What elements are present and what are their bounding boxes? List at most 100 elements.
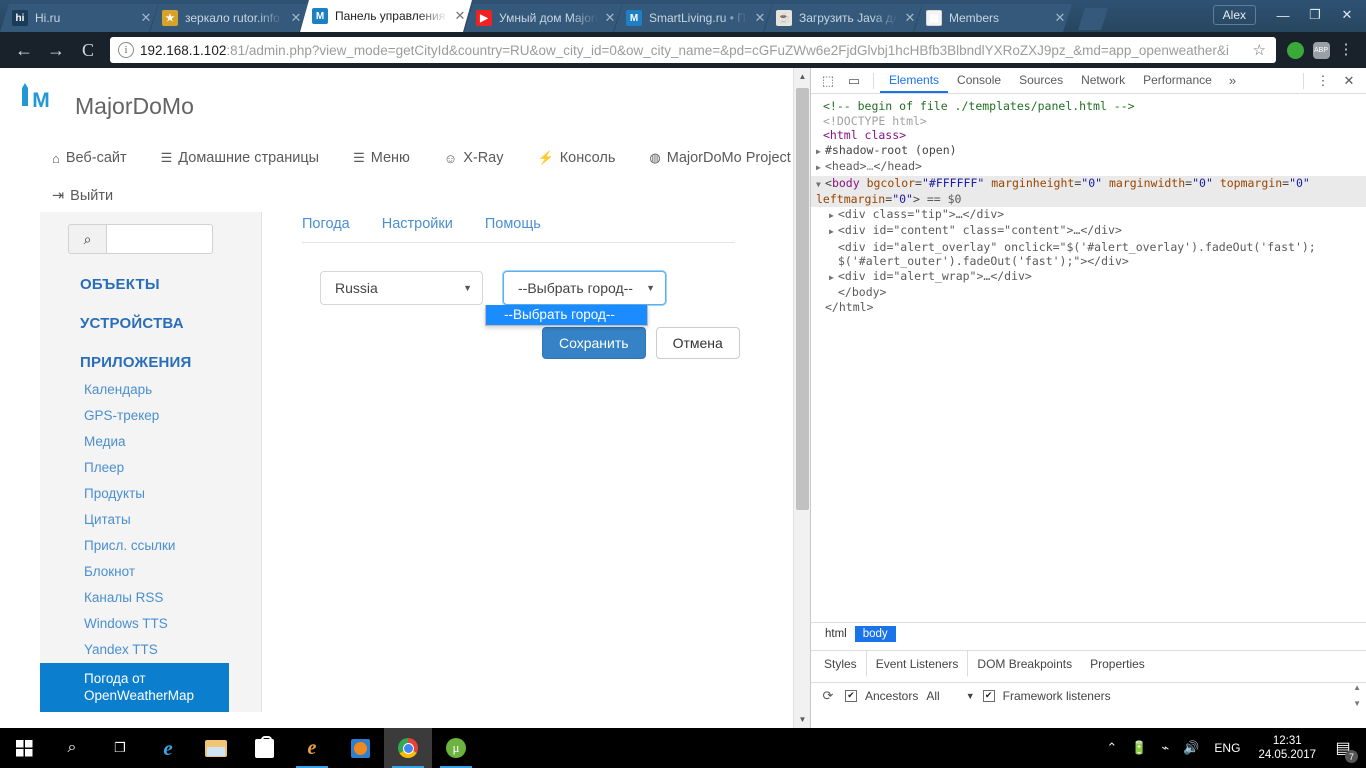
sidebar-item-rss-channels[interactable]: Каналы RSS [40,585,261,611]
more-tabs-chevron-icon[interactable]: » [1221,73,1244,88]
wifi-icon[interactable]: ⌁ [1154,740,1176,756]
devtools-tab-performance[interactable]: Performance [1134,68,1221,93]
dom-line-alert-overlay-a[interactable]: <div id="alert_overlay" onclick="$('#ale… [811,240,1366,255]
browser-tab-hi-ru[interactable]: hi Hi.ru ✕ [0,4,158,32]
edge-taskbar-icon[interactable]: e [144,728,192,768]
store-taskbar-icon[interactable] [240,728,288,768]
devtools-tab-sources[interactable]: Sources [1010,68,1072,93]
sidebar-section-applications[interactable]: ПРИЛОЖЕНИЯ [40,332,261,377]
star-icon[interactable]: ☆ [1251,41,1268,59]
show-hidden-icons-chevron[interactable]: ⌃ [1099,740,1124,756]
sidebar-item-calendar[interactable]: Календарь [40,377,261,403]
dom-line-body-selected[interactable]: ▼<body bgcolor="#FFFFFF" marginheight="0… [811,176,1366,207]
nav-item-menu[interactable]: ☰ Меню [353,150,410,166]
player-taskbar-icon[interactable] [336,728,384,768]
dom-line-shadow-root[interactable]: ▶#shadow-root (open) [811,143,1366,160]
framework-listeners-checkbox[interactable]: ✔ [983,690,995,702]
browser-tab-panel-upravleniya[interactable]: M Панель управления ✕ [300,0,472,32]
scroll-up-arrow[interactable]: ▲ [794,68,810,85]
devtools-close-icon[interactable]: ✕ [1336,69,1362,93]
collapse-triangle-icon[interactable]: ▼ [816,178,825,193]
expand-triangle-icon[interactable]: ▶ [816,145,825,160]
scrollbar-thumb[interactable] [796,88,809,510]
tab-weather[interactable]: Погода [302,216,350,232]
battery-icon[interactable]: 🔋 [1124,740,1154,756]
utorrent-taskbar-icon[interactable]: μ [432,728,480,768]
devtools-menu-icon[interactable]: ⋮ [1310,69,1336,93]
inspect-element-icon[interactable]: ⬚ [815,69,841,93]
browser-tab-smartliving[interactable]: M SmartLiving.ru • Пр ✕ [614,4,772,32]
sidebar-item-products[interactable]: Продукты [40,481,261,507]
dom-line-tip[interactable]: ▶<div class="tip">…</div> [811,207,1366,224]
refresh-icon[interactable]: ⟳ [819,684,837,708]
language-indicator[interactable]: ENG [1206,741,1248,755]
browser-tab-members[interactable]: ▤ Members ✕ [914,4,1072,32]
sidebar-item-quotes[interactable]: Цитаты [40,507,261,533]
expand-triangle-icon[interactable]: ▶ [829,271,838,286]
brand-row[interactable]: M MajorDoMo [22,86,810,126]
ie-taskbar-icon[interactable]: e [288,728,336,768]
sidebar-scroll-arrows[interactable]: ▲ ▼ [1353,684,1366,708]
nav-item-website[interactable]: ⌂ Веб-сайт [52,150,127,166]
nav-item-majordomo-project[interactable]: ◍ MajorDoMo Project [649,150,790,166]
devtools-tab-network[interactable]: Network [1072,68,1134,93]
logout-link[interactable]: ⇥ Выйти [22,166,810,204]
tab-help[interactable]: Помощь [485,216,541,232]
task-view-button[interactable]: ❐ [96,728,144,768]
sidebar-item-sent-links[interactable]: Присл. ссылки [40,533,261,559]
minimize-button[interactable]: — [1268,3,1298,27]
dom-line-html[interactable]: <html class> [811,128,1366,143]
volume-icon[interactable]: 🔊 [1176,740,1206,756]
subtab-styles[interactable]: Styles [815,653,866,675]
expand-triangle-icon[interactable]: ▶ [816,161,825,176]
clock[interactable]: 12:31 24.05.2017 [1248,734,1326,762]
scroll-up-arrow[interactable]: ▲ [1353,684,1361,692]
subtab-event-listeners[interactable]: Event Listeners [866,651,969,677]
country-select[interactable]: Russia ▼ [320,271,483,305]
chrome-taskbar-icon[interactable] [384,728,432,768]
subtab-properties[interactable]: Properties [1081,653,1154,675]
tab-close-button[interactable]: ✕ [288,10,304,26]
sidebar-item-yandex-tts[interactable]: Yandex TTS [40,637,261,663]
browser-tab-rutor[interactable]: ★ зеркало rutor.info :: ✕ [150,4,308,32]
new-tab-button[interactable] [1078,8,1108,30]
dom-line-content[interactable]: ▶<div id="content" class="content">…</di… [811,223,1366,240]
search-input[interactable] [106,224,213,254]
expand-triangle-icon[interactable]: ▶ [829,209,838,224]
chevron-down-icon[interactable]: ▼ [966,691,975,701]
explorer-taskbar-icon[interactable] [192,728,240,768]
tab-close-button[interactable]: ✕ [1052,10,1068,26]
breadcrumb-body[interactable]: body [855,626,896,642]
site-info-icon[interactable]: i [118,42,134,58]
start-button[interactable] [0,728,48,768]
city-select[interactable]: --Выбрать город-- ▼ [503,271,666,305]
dom-line-head[interactable]: ▶<head>…</head> [811,159,1366,176]
close-window-button[interactable]: ✕ [1332,3,1362,27]
cancel-button[interactable]: Отмена [656,327,740,359]
subtab-dom-breakpoints[interactable]: DOM Breakpoints [968,653,1081,675]
browser-tab-java[interactable]: ☕ Загрузить Java для ✕ [764,4,922,32]
back-button[interactable]: ← [8,35,40,65]
forward-button[interactable]: → [40,35,72,65]
sidebar-item-windows-tts[interactable]: Windows TTS [40,611,261,637]
save-button[interactable]: Сохранить [542,327,646,359]
ancestors-checkbox[interactable]: ✔ [845,690,857,702]
reload-button[interactable]: C [72,35,104,65]
scroll-down-arrow[interactable]: ▼ [1353,700,1361,708]
user-profile-chip[interactable]: Alex [1213,5,1256,25]
nav-item-home-pages[interactable]: ☰ Домашние страницы [161,150,319,166]
devtools-tab-elements[interactable]: Elements [880,68,948,93]
address-bar[interactable]: i 192.168.1.102:81/admin.php?view_mode=g… [110,37,1276,63]
nav-item-xray[interactable]: ☺ X-Ray [444,150,504,166]
sidebar-section-objects[interactable]: ОБЪЕКТЫ [40,254,261,293]
scroll-down-arrow[interactable]: ▼ [794,711,810,728]
nav-item-console[interactable]: ⚡ Консоль [538,150,616,166]
all-filter-value[interactable]: All [926,689,939,703]
search-button[interactable]: ⌕ [48,728,96,768]
maximize-restore-button[interactable]: ❐ [1300,3,1330,27]
sidebar-section-devices[interactable]: УСТРОЙСТВА [40,293,261,332]
tab-close-button[interactable]: ✕ [138,10,154,26]
tab-close-button[interactable]: ✕ [752,10,768,26]
city-dropdown-option[interactable]: --Выбрать город-- [486,305,647,325]
dom-line-alert-wrap[interactable]: ▶<div id="alert_wrap">…</div> [811,269,1366,286]
